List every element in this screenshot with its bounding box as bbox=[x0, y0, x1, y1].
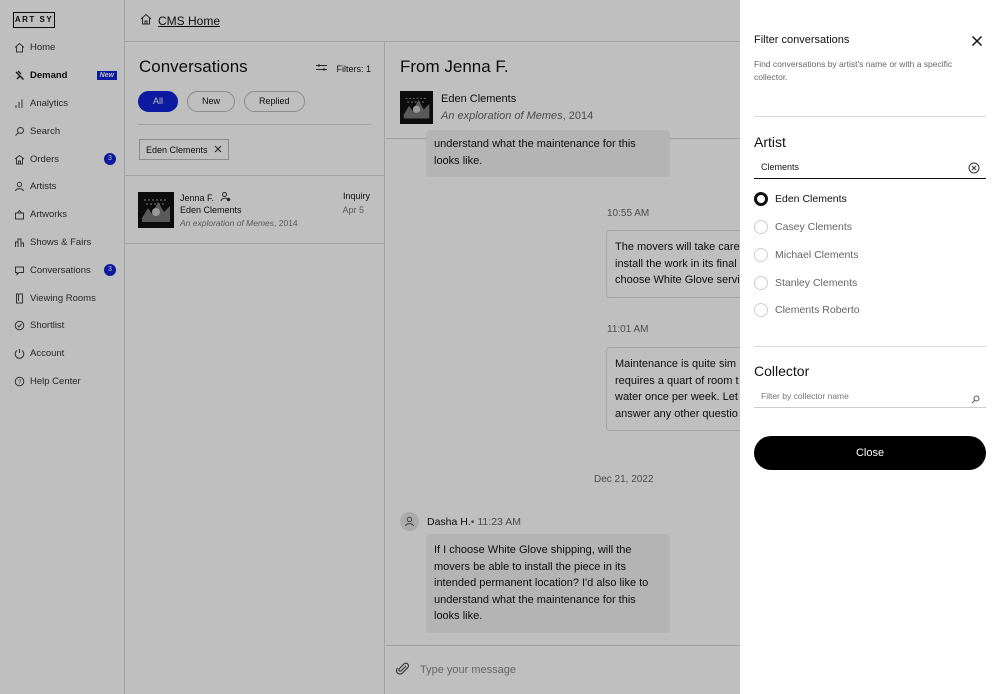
artist-option-clements-roberto[interactable]: Clements Roberto bbox=[754, 303, 860, 317]
search-icon bbox=[971, 391, 980, 411]
panel-description: Find conversations by artist's name or w… bbox=[754, 59, 953, 82]
collector-placeholder: Filter by collector name bbox=[761, 391, 849, 401]
close-button[interactable]: Close bbox=[754, 436, 986, 470]
artist-option-stanley-clements[interactable]: Stanley Clements bbox=[754, 276, 857, 290]
artist-option-label: Michael Clements bbox=[775, 249, 859, 261]
divider bbox=[754, 116, 986, 117]
artist-option-eden-clements[interactable]: Eden Clements bbox=[754, 192, 847, 206]
radio-icon[interactable] bbox=[754, 220, 768, 234]
artist-option-label: Stanley Clements bbox=[775, 277, 858, 289]
clear-icon[interactable] bbox=[968, 161, 980, 174]
artist-option-casey-clements[interactable]: Casey Clements bbox=[754, 220, 852, 234]
artist-option-label: Casey Clements bbox=[775, 221, 853, 233]
panel-title: Filter conversations bbox=[754, 34, 850, 46]
radio-icon[interactable] bbox=[754, 276, 768, 290]
collector-search-input[interactable]: Filter by collector name bbox=[754, 386, 986, 408]
modal-overlay[interactable] bbox=[0, 0, 740, 694]
artist-search-value: Clements bbox=[761, 162, 800, 172]
artist-option-label: Eden Clements bbox=[775, 193, 847, 205]
radio-icon[interactable] bbox=[754, 248, 768, 262]
artist-section-title: Artist bbox=[754, 134, 786, 150]
radio-icon[interactable] bbox=[754, 303, 768, 317]
divider bbox=[754, 346, 986, 347]
artist-option-michael-clements[interactable]: Michael Clements bbox=[754, 248, 858, 262]
radio-checked-icon[interactable] bbox=[754, 192, 768, 206]
artist-search-input[interactable]: Clements bbox=[754, 157, 986, 179]
artist-option-label: Clements Roberto bbox=[775, 304, 860, 316]
close-icon[interactable] bbox=[970, 34, 984, 48]
collector-section-title: Collector bbox=[754, 363, 810, 379]
filter-conversations-panel: Filter conversations Find conversations … bbox=[740, 0, 1000, 694]
